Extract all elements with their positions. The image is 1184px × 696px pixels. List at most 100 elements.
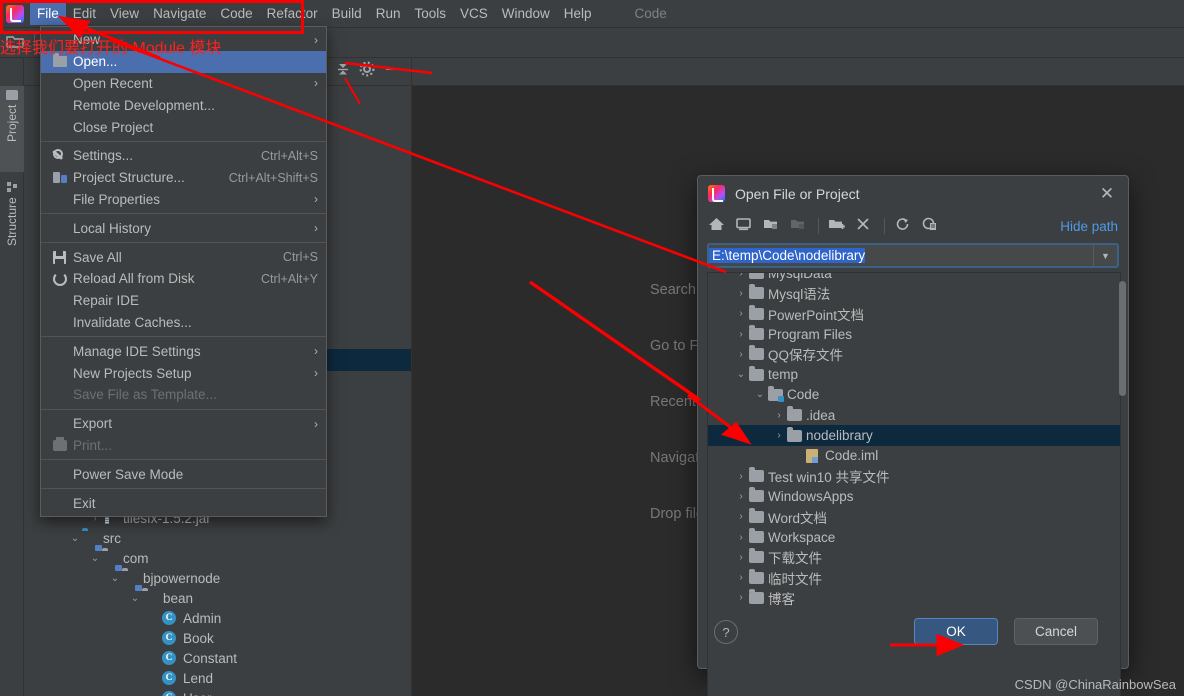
file-tree-row[interactable]: › 博客 bbox=[708, 588, 1120, 608]
project-tree-row[interactable]: C Lend bbox=[24, 668, 411, 688]
menu-code[interactable]: Code bbox=[213, 2, 259, 25]
project-tree-row[interactable]: ⌄ bjpowernode bbox=[24, 568, 411, 588]
ok-button[interactable]: OK bbox=[914, 618, 998, 645]
help-button[interactable]: ? bbox=[714, 620, 738, 644]
file-tree-row[interactable]: ⌄ Code bbox=[708, 385, 1120, 405]
menu-window[interactable]: Window bbox=[495, 2, 557, 25]
hide-path-link[interactable]: Hide path bbox=[1060, 219, 1118, 234]
desktop-icon[interactable] bbox=[735, 216, 755, 236]
chevron-icon[interactable]: ⌄ bbox=[88, 553, 102, 564]
file-tree-row[interactable]: ⌄ temp bbox=[708, 364, 1120, 384]
chevron-icon[interactable]: › bbox=[733, 572, 749, 583]
chevron-icon[interactable]: ⌄ bbox=[108, 573, 122, 584]
file-menu-item[interactable]: Local History › bbox=[41, 217, 326, 239]
menu-navigate[interactable]: Navigate bbox=[146, 2, 213, 25]
menu-file[interactable]: File bbox=[30, 2, 66, 25]
file-tree-scrollbar[interactable] bbox=[1119, 281, 1126, 396]
file-tree-row[interactable]: › Workspace bbox=[708, 527, 1120, 547]
file-menu-item[interactable]: Settings... Ctrl+Alt+S bbox=[41, 145, 326, 167]
chevron-icon[interactable]: › bbox=[733, 349, 749, 360]
refresh-icon[interactable] bbox=[894, 216, 914, 236]
file-tree-row[interactable]: › Test win10 共享文件 bbox=[708, 466, 1120, 486]
file-menu-item[interactable]: Export › bbox=[41, 413, 326, 435]
file-menu-item[interactable]: Invalidate Caches... bbox=[41, 312, 326, 334]
chevron-icon[interactable]: › bbox=[733, 532, 749, 543]
file-menu-item[interactable]: New Projects Setup › bbox=[41, 362, 326, 384]
file-tree-row[interactable]: Code.iml bbox=[708, 446, 1120, 466]
menu-edit[interactable]: Edit bbox=[66, 2, 103, 25]
project-tree-row[interactable]: C User bbox=[24, 688, 411, 696]
chevron-icon[interactable]: › bbox=[733, 552, 749, 563]
chevron-icon[interactable]: › bbox=[771, 410, 787, 421]
file-menu-item[interactable]: Open... bbox=[41, 50, 326, 73]
menu-refactor[interactable]: Refactor bbox=[260, 2, 325, 25]
cancel-button[interactable]: Cancel bbox=[1014, 618, 1098, 645]
file-menu-item[interactable]: Open Recent › bbox=[41, 73, 326, 95]
menu-view[interactable]: View bbox=[103, 2, 146, 25]
menu-run[interactable]: Run bbox=[369, 2, 408, 25]
file-tree-row[interactable]: › WindowsApps bbox=[708, 486, 1120, 506]
file-menu-item[interactable]: File Properties › bbox=[41, 189, 326, 211]
file-menu-item[interactable]: Reload All from Disk Ctrl+Alt+Y bbox=[41, 268, 326, 290]
new-folder-icon[interactable] bbox=[828, 216, 848, 236]
chevron-icon[interactable]: › bbox=[733, 471, 749, 482]
menu-build[interactable]: Build bbox=[325, 2, 369, 25]
chevron-icon[interactable]: › bbox=[733, 288, 749, 299]
project-tree-row[interactable]: ⌄ src bbox=[24, 528, 411, 548]
path-input[interactable]: E:\temp\Code\nodelibrary bbox=[709, 248, 866, 263]
show-hidden-icon[interactable] bbox=[921, 216, 941, 236]
file-menu-item[interactable]: New › bbox=[41, 29, 326, 51]
file-menu-item[interactable]: Exit bbox=[41, 492, 326, 514]
menu-tools[interactable]: Tools bbox=[407, 2, 453, 25]
gear-icon[interactable] bbox=[359, 60, 381, 83]
sidebar-item-structure[interactable]: Structure bbox=[0, 178, 24, 274]
file-menu-item[interactable]: Power Save Mode bbox=[41, 463, 326, 485]
chevron-icon[interactable]: › bbox=[771, 430, 787, 441]
file-tree-row[interactable]: › Mysql语法 bbox=[708, 283, 1120, 303]
chevron-icon[interactable]: › bbox=[733, 491, 749, 502]
chevron-icon[interactable]: › bbox=[733, 592, 749, 603]
collapse-all-icon[interactable] bbox=[335, 61, 357, 83]
file-tree-row[interactable]: › PowerPoint文档 bbox=[708, 304, 1120, 324]
chevron-icon[interactable]: › bbox=[733, 308, 749, 319]
file-tree-row[interactable]: › QQ保存文件 bbox=[708, 344, 1120, 364]
chevron-icon[interactable]: ⌄ bbox=[752, 389, 768, 400]
file-tree-row[interactable]: › 下载文件 bbox=[708, 547, 1120, 567]
project-tree[interactable]: › tilesfx-1.5.2.jar ⌄ src ⌄ com ⌄ bjpowernode ⌄ b… bbox=[24, 508, 411, 696]
file-menu-item[interactable]: Project Structure... Ctrl+Alt+Shift+S bbox=[41, 167, 326, 189]
project-tree-row[interactable]: C Admin bbox=[24, 608, 411, 628]
chevron-icon[interactable]: ⌄ bbox=[733, 369, 749, 380]
chevron-icon[interactable]: ⌄ bbox=[128, 593, 142, 604]
module-dir-icon[interactable] bbox=[789, 216, 809, 236]
file-tree-row[interactable]: › 临时文件 bbox=[708, 567, 1120, 587]
project-tree-row[interactable]: ⌄ bean bbox=[24, 588, 411, 608]
file-tree-row[interactable]: › .idea bbox=[708, 405, 1120, 425]
delete-icon[interactable] bbox=[855, 216, 875, 236]
file-tree-row[interactable]: › nodelibrary bbox=[708, 425, 1120, 446]
file-menu-item[interactable]: Close Project bbox=[41, 116, 326, 138]
file-menu-item[interactable]: Manage IDE Settings › bbox=[41, 340, 326, 362]
chevron-icon[interactable]: › bbox=[733, 273, 749, 279]
path-input-bar[interactable]: E:\temp\Code\nodelibrary ▼ bbox=[707, 243, 1119, 268]
file-menu-item[interactable]: Remote Development... bbox=[41, 94, 326, 116]
home-icon[interactable] bbox=[708, 216, 728, 236]
chevron-icon[interactable]: › bbox=[733, 511, 749, 522]
chevron-icon[interactable]: › bbox=[733, 329, 749, 340]
project-dir-icon[interactable] bbox=[762, 216, 782, 236]
file-menu-item[interactable]: Repair IDE bbox=[41, 290, 326, 312]
project-tree-row[interactable]: C Constant bbox=[24, 648, 411, 668]
menu-vcs[interactable]: VCS bbox=[453, 2, 495, 25]
file-menu-popup[interactable]: New › Open... Open Recent › Remote Developmen… bbox=[40, 26, 327, 517]
hide-icon[interactable] bbox=[383, 61, 405, 83]
open-folder-icon[interactable] bbox=[6, 33, 28, 53]
chevron-icon[interactable]: ⌄ bbox=[68, 533, 82, 544]
chevron-down-icon[interactable]: ▼ bbox=[1093, 245, 1117, 266]
menu-help[interactable]: Help bbox=[557, 2, 599, 25]
file-tree-row[interactable]: › Word文档 bbox=[708, 507, 1120, 527]
file-menu-item[interactable]: Save All Ctrl+S bbox=[41, 246, 326, 268]
file-tree-row[interactable]: › Program Files bbox=[708, 324, 1120, 344]
sidebar-item-project[interactable]: Project bbox=[0, 86, 24, 172]
project-tree-row[interactable]: ⌄ com bbox=[24, 548, 411, 568]
close-icon[interactable]: ✕ bbox=[1096, 184, 1118, 204]
file-tree-row[interactable]: › MysqlData bbox=[708, 273, 1120, 283]
